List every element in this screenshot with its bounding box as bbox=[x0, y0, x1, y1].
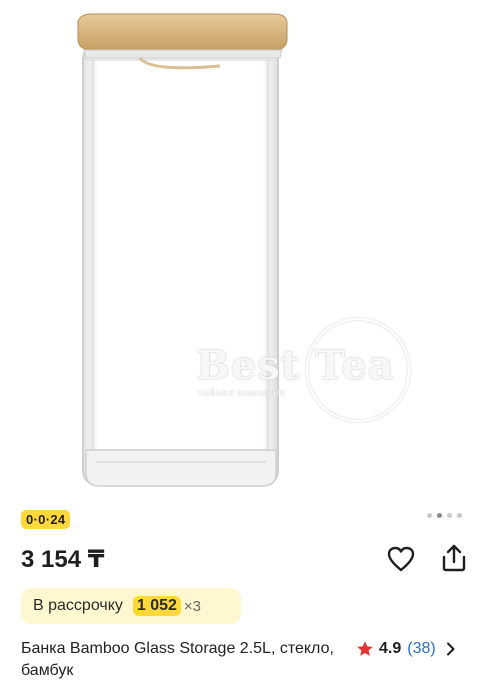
heart-icon bbox=[387, 546, 415, 572]
promo-badge: 0·0·24 bbox=[21, 510, 71, 529]
gallery-dot-active[interactable] bbox=[437, 513, 442, 518]
installment-amount: 1 052 bbox=[132, 596, 181, 616]
gallery-dot[interactable] bbox=[447, 513, 452, 518]
star-icon bbox=[357, 641, 373, 656]
gallery-pagination[interactable] bbox=[427, 513, 462, 518]
installment-multiplier: ×3 bbox=[183, 597, 202, 615]
watermark: Best Tea чайная компания bbox=[196, 318, 416, 428]
rating-link[interactable]: 4.9 (38) bbox=[356, 638, 456, 660]
rating-value: 4.9 bbox=[379, 640, 402, 657]
gallery-dot[interactable] bbox=[427, 513, 432, 518]
watermark-subtext: чайная компания bbox=[198, 388, 286, 399]
share-button[interactable] bbox=[440, 543, 468, 573]
reviews-count[interactable]: (38) bbox=[407, 640, 435, 658]
product-image[interactable]: Best Tea чайная компания bbox=[0, 0, 491, 500]
gallery-dot[interactable] bbox=[457, 513, 462, 518]
product-price: 3 154 ₸ bbox=[21, 546, 105, 573]
watermark-text: Best Tea bbox=[196, 342, 395, 389]
share-icon bbox=[442, 544, 466, 572]
favorite-button[interactable] bbox=[386, 545, 416, 573]
product-title: Банка Bamboo Glass Storage 2.5L, стекло,… bbox=[21, 640, 334, 679]
chevron-right-icon bbox=[446, 642, 455, 656]
installment-offer[interactable]: В рассрочку 1 052 ×3 bbox=[21, 588, 241, 624]
installment-label: В рассрочку bbox=[33, 597, 123, 614]
